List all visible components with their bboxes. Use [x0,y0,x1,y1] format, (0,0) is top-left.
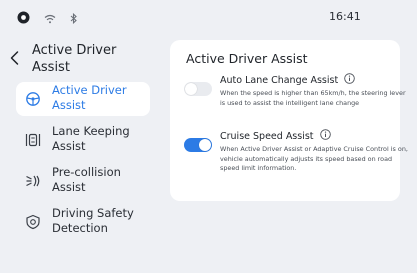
steering-wheel-icon [25,91,41,107]
safety-detection-icon [25,214,41,230]
sidebar-item-label: Active Driver Assist [52,83,127,112]
sidebar-item-driving-safety-detection[interactable]: Driving Safety Detection [16,205,150,239]
bluetooth-icon [70,9,78,28]
auto-lane-change-title-row: Auto Lane Change Assist [220,73,355,87]
cruise-speed-assist-title: Cruise Speed Assist [220,130,314,142]
nav-title: Active Driver Assist [32,43,117,75]
status-icons [17,9,78,28]
sidebar-item-active-driver-assist[interactable]: Active Driver Assist [16,82,150,116]
cruise-speed-assist-description: When Active Driver Assist or Adaptive Cr… [220,145,408,172]
cruise-speed-assist-toggle[interactable] [184,138,212,152]
record-icon [17,9,30,28]
wifi-icon [44,9,56,28]
info-icon[interactable] [344,73,355,87]
sidebar-item-pre-collision-assist[interactable]: Pre-collision Assist [16,164,150,198]
cruise-speed-assist-title-row: Cruise Speed Assist [220,129,331,143]
back-chevron-icon[interactable] [8,50,22,66]
toggle-knob [199,139,211,151]
sidebar-item-label: Lane Keeping Assist [52,124,130,153]
info-icon[interactable] [319,129,331,143]
sidebar-item-lane-keeping-assist[interactable]: Lane Keeping Assist [16,123,150,157]
toggle-knob [185,83,197,95]
settings-card: Active Driver Assist Auto Lane Change As… [170,40,408,201]
status-time: 16:41 [329,10,361,23]
card-title: Active Driver Assist [186,51,308,66]
auto-lane-change-description: When the speed is higher than 65km/h, th… [220,89,406,107]
pre-collision-icon [25,173,41,189]
auto-lane-change-title: Auto Lane Change Assist [220,74,339,86]
sidebar-item-label: Driving Safety Detection [52,206,134,235]
sidebar-item-label: Pre-collision Assist [52,165,121,194]
auto-lane-change-toggle[interactable] [184,82,212,96]
status-bar: 16:41 [0,0,417,34]
lane-keeping-icon [25,132,41,148]
